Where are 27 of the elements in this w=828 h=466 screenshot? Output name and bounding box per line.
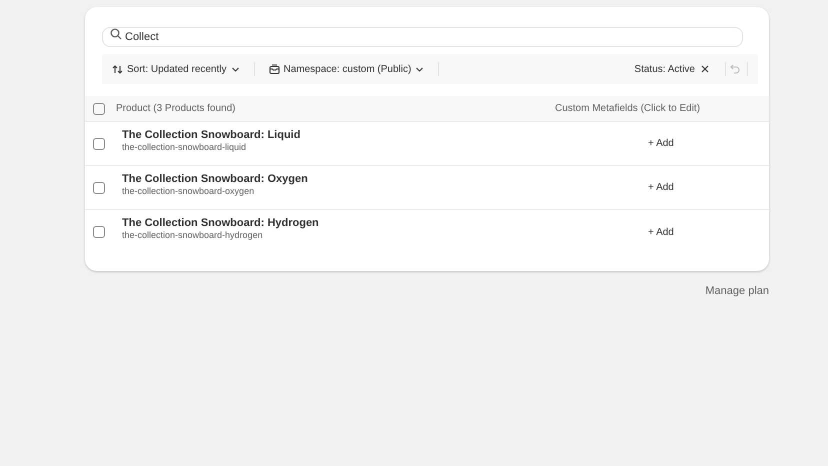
checkbox[interactable] bbox=[93, 182, 105, 194]
add-metafield-button[interactable]: + Add bbox=[648, 224, 674, 240]
column-header: Custom Metafields (Click to Edit) bbox=[555, 102, 700, 116]
product-title: The Collection Snowboard: Oxygen bbox=[122, 172, 309, 186]
sort-arrows-icon bbox=[112, 64, 123, 74]
undo-icon[interactable] bbox=[730, 64, 741, 74]
product-handle: the-collection-snowboard-liquid bbox=[122, 142, 248, 152]
caret-icon bbox=[230, 64, 240, 74]
status-filter-chip[interactable]: Status: Active bbox=[630, 62, 713, 76]
search-field[interactable]: Collect bbox=[102, 27, 743, 47]
manage-plan-link[interactable]: Manage plan bbox=[705, 283, 769, 300]
sort-dropdown[interactable]: Sort: Updated recently bbox=[108, 62, 244, 76]
add-metafield-button[interactable]: + Add bbox=[648, 136, 674, 151]
search-icon bbox=[110, 28, 122, 40]
product-handle: the-collection-snowboard-hydrogen bbox=[122, 230, 264, 241]
product-title: The Collection Snowboard: Hydrogen bbox=[122, 216, 320, 230]
checkbox[interactable] bbox=[93, 102, 105, 114]
checkbox[interactable] bbox=[93, 226, 105, 238]
add-metafield-button[interactable]: + Add bbox=[648, 180, 674, 195]
close-icon bbox=[701, 65, 709, 73]
caret-icon bbox=[415, 64, 424, 74]
column-header: Product (3 Products found) bbox=[116, 102, 237, 116]
checkbox[interactable] bbox=[93, 138, 105, 150]
product-title: The Collection Snowboard: Liquid bbox=[122, 128, 302, 142]
namespace-dropdown[interactable]: Namespace: custom (Public) bbox=[264, 62, 428, 76]
tray-icon bbox=[268, 64, 280, 74]
product-handle: the-collection-snowboard-oxygen bbox=[122, 186, 256, 196]
